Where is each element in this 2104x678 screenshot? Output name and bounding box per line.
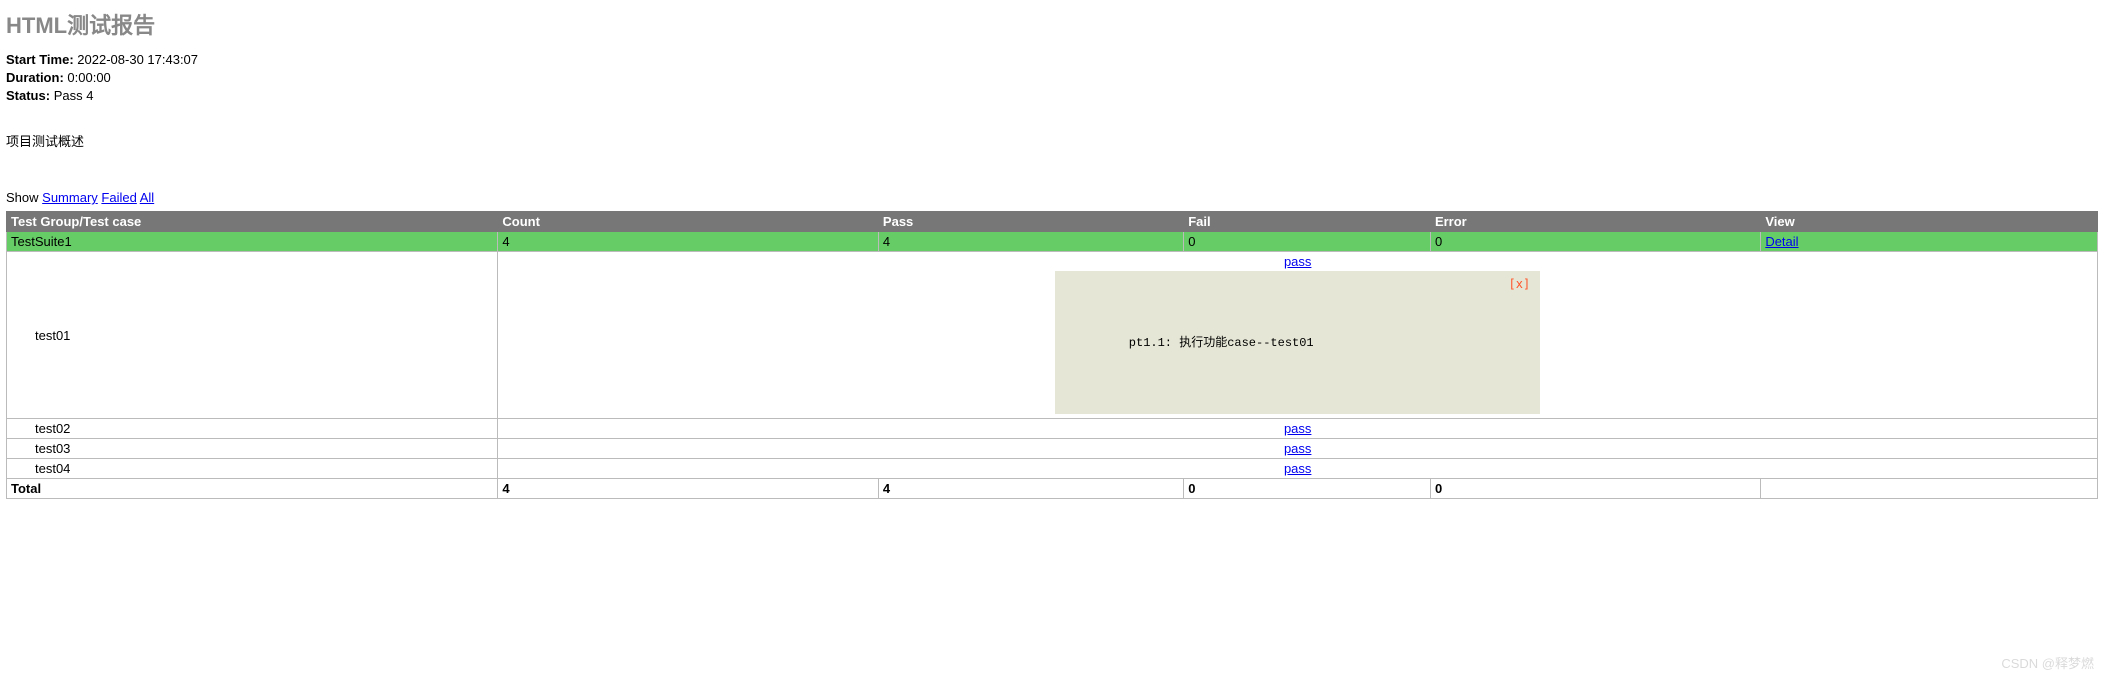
detail-link[interactable]: Detail bbox=[1765, 234, 1798, 249]
filter-line: Show Summary Failed All bbox=[6, 190, 2098, 205]
case-name: test02 bbox=[7, 419, 498, 439]
case-name: test01 bbox=[7, 252, 498, 419]
col-fail: Fail bbox=[1184, 212, 1431, 232]
meta-block: Start Time: 2022-08-30 17:43:07 Duration… bbox=[6, 52, 2098, 103]
case-name: test04 bbox=[7, 459, 498, 479]
total-label: Total bbox=[7, 479, 498, 499]
col-error: Error bbox=[1430, 212, 1760, 232]
show-prefix: Show bbox=[6, 190, 39, 205]
case-name: test03 bbox=[7, 439, 498, 459]
status-link[interactable]: pass bbox=[1284, 421, 1311, 436]
description: 项目测试概述 bbox=[6, 131, 2098, 150]
status-link[interactable]: pass bbox=[1284, 441, 1311, 456]
col-view: View bbox=[1761, 212, 2098, 232]
duration-label: Duration: bbox=[6, 70, 64, 85]
total-fail: 0 bbox=[1184, 479, 1431, 499]
output-text: pt1.1: 执行功能case--test01 bbox=[1129, 336, 1314, 350]
suite-fail: 0 bbox=[1184, 232, 1431, 252]
result-table: Test Group/Test case Count Pass Fail Err… bbox=[6, 211, 2098, 499]
col-pass: Pass bbox=[878, 212, 1183, 232]
failed-link[interactable]: Failed bbox=[101, 190, 136, 205]
total-error: 0 bbox=[1430, 479, 1760, 499]
start-time-value: 2022-08-30 17:43:07 bbox=[77, 52, 198, 67]
col-count: Count bbox=[498, 212, 879, 232]
watermark: CSDN @释梦燃 bbox=[2001, 653, 2094, 672]
header-row: Test Group/Test case Count Pass Fail Err… bbox=[7, 212, 2098, 232]
table-row: test01 pass [x] pt1.1: 执行功能case--test01 bbox=[7, 252, 2098, 419]
status-label: Status: bbox=[6, 88, 50, 103]
summary-link[interactable]: Summary bbox=[42, 190, 98, 205]
output-box: [x] pt1.1: 执行功能case--test01 bbox=[1055, 271, 1540, 414]
total-row: Total 4 4 0 0 bbox=[7, 479, 2098, 499]
duration-value: 0:00:00 bbox=[67, 70, 110, 85]
table-row: test03 pass bbox=[7, 439, 2098, 459]
status-link[interactable]: pass bbox=[1284, 461, 1311, 476]
suite-error: 0 bbox=[1430, 232, 1760, 252]
suite-row: TestSuite1 4 4 0 0 Detail bbox=[7, 232, 2098, 252]
suite-name: TestSuite1 bbox=[7, 232, 498, 252]
total-pass: 4 bbox=[878, 479, 1183, 499]
status-link[interactable]: pass bbox=[498, 252, 2097, 271]
close-icon[interactable]: [x] bbox=[1509, 277, 1531, 291]
page-title: HTML测试报告 bbox=[6, 8, 2098, 40]
suite-count: 4 bbox=[498, 232, 879, 252]
col-group: Test Group/Test case bbox=[7, 212, 498, 232]
table-row: test04 pass bbox=[7, 459, 2098, 479]
total-view bbox=[1761, 479, 2098, 499]
table-row: test02 pass bbox=[7, 419, 2098, 439]
all-link[interactable]: All bbox=[140, 190, 154, 205]
status-value: Pass 4 bbox=[54, 88, 94, 103]
suite-pass: 4 bbox=[878, 232, 1183, 252]
start-time-label: Start Time: bbox=[6, 52, 74, 67]
total-count: 4 bbox=[498, 479, 879, 499]
